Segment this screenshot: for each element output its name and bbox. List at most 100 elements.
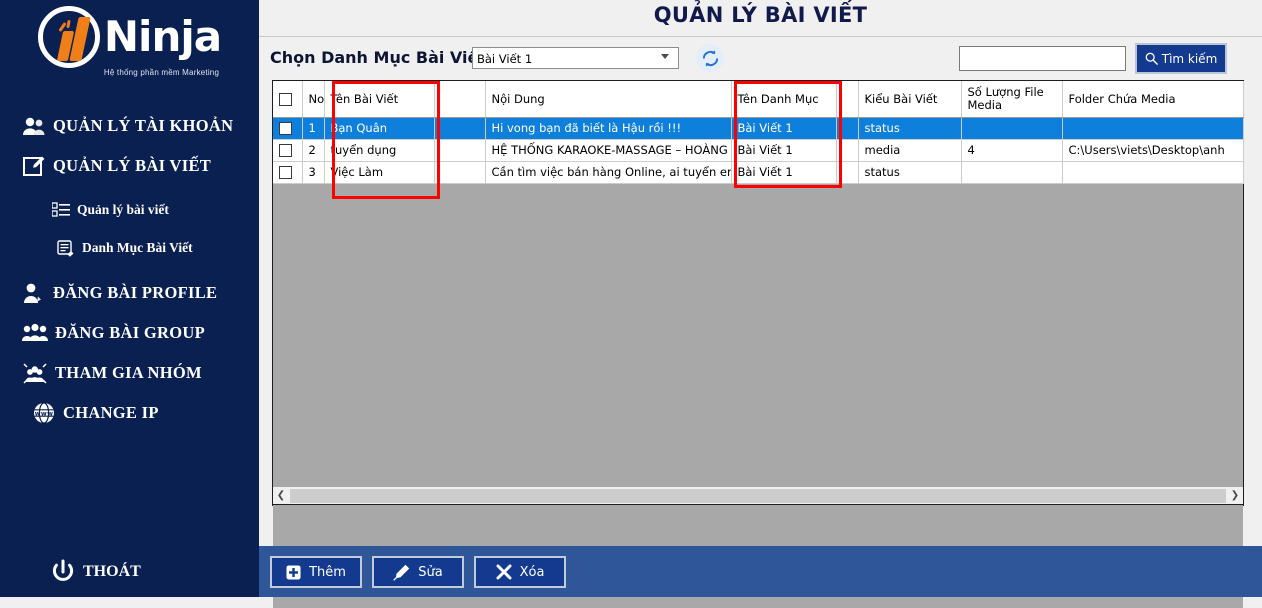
- sidebar-item-dang-bai-profile[interactable]: ĐĂNG BÀI PROFILE: [22, 280, 217, 306]
- power-icon: [50, 559, 76, 585]
- search-input[interactable]: [959, 46, 1126, 71]
- cell-so-luong-file-media: 4: [961, 139, 1063, 162]
- header-blank-1[interactable]: [434, 81, 486, 118]
- category-select-value: Bài Viết 1: [477, 52, 533, 66]
- table-horizontal-scrollbar[interactable]: ❮ ❯: [272, 487, 1244, 505]
- cell-no: 1: [302, 117, 325, 140]
- pencil-icon: [393, 564, 410, 581]
- user-pencil-icon: [22, 282, 46, 304]
- sidebar-item-label: QUẢN LÝ BÀI VIẾT: [53, 156, 212, 175]
- search-input-field[interactable]: [960, 47, 1125, 70]
- action-bar: Thêm Sửa Xóa: [259, 546, 1262, 597]
- cell-folder-chua-media: [1062, 117, 1244, 140]
- sidebar-item-quan-ly-tai-khoan[interactable]: QUẢN LÝ TÀI KHOẢN: [22, 113, 233, 139]
- cell-blank-2: [836, 139, 859, 162]
- cell-ten-danh-muc: Bài Viết 1: [731, 117, 837, 140]
- cell-kieu-bai-viet: status: [858, 161, 962, 184]
- refresh-button[interactable]: [696, 44, 724, 72]
- cell-kieu-bai-viet: media: [858, 139, 962, 162]
- cell-blank-1: [434, 139, 486, 162]
- posts-table-element: No Tên Bài Viết Nội Dung Tên Danh Mục Ki…: [273, 81, 1244, 184]
- chevron-down-icon[interactable]: [661, 54, 669, 59]
- cell-folder-chua-media: C:\Users\viets\Desktop\anh: [1062, 139, 1244, 162]
- header-blank-2[interactable]: [836, 81, 859, 118]
- cell-ten-danh-muc: Bài Viết 1: [731, 139, 837, 162]
- page-title: QUẢN LÝ BÀI VIẾT: [653, 3, 868, 27]
- table-empty-area: [273, 183, 1243, 608]
- sidebar-item-label: CHANGE IP: [63, 403, 159, 422]
- sidebar-item-quan-ly-bai-viet[interactable]: QUẢN LÝ BÀI VIẾT: [22, 153, 211, 179]
- sidebar-item-label: ĐĂNG BÀI GROUP: [55, 323, 205, 342]
- row-checkbox-cell[interactable]: [273, 161, 303, 184]
- cell-ten-bai-viet: Việc Làm: [324, 161, 435, 184]
- cell-no: 2: [302, 139, 325, 162]
- header-so-luong-file-media[interactable]: Số Lượng File Media: [961, 81, 1063, 118]
- globe-www-icon: www: [32, 401, 56, 425]
- search-icon: [1145, 52, 1158, 65]
- cell-noi-dung: Cần tìm việc bán hàng Online, ai tuyển e…: [485, 161, 732, 184]
- chevron-left-icon[interactable]: ❮: [273, 488, 289, 504]
- logo-tagline: Hệ thống phần mềm Marketing: [103, 68, 220, 77]
- main-panel: QUẢN LÝ BÀI VIẾT Chọn Danh Mục Bài Viết …: [259, 0, 1262, 608]
- toolbar: Chọn Danh Mục Bài Viết Bài Viết 1 Tìm ki…: [259, 38, 1262, 80]
- cell-blank-2: [836, 161, 859, 184]
- cell-noi-dung: Hi vong bạn đã biết là Hậu rồi !!!: [485, 117, 732, 140]
- sidebar-item-dang-bai-group[interactable]: ĐĂNG BÀI GROUP: [22, 320, 205, 346]
- header-no[interactable]: No: [302, 81, 325, 118]
- cell-noi-dung: HỆ THỐNG KARAOKE-MASSAGE – HOÀNG GI...: [485, 139, 732, 162]
- sidebar-item-tham-gia-nhom[interactable]: THAM GIA NHÓM: [22, 360, 202, 386]
- cell-so-luong-file-media: [961, 161, 1063, 184]
- document-edit-icon: [57, 239, 75, 257]
- sidebar-item-label: THOÁT: [83, 563, 141, 580]
- svg-text:www: www: [35, 410, 54, 418]
- cell-blank-1: [434, 161, 486, 184]
- app-logo: Ninja Hệ thống phần mềm Marketing: [0, 6, 259, 86]
- add-button[interactable]: Thêm: [270, 556, 362, 588]
- row-checkbox[interactable]: [279, 166, 292, 179]
- plus-square-icon: [286, 564, 301, 580]
- sidebar-item-danh-muc-bai-viet[interactable]: Danh Mục Bài Viết: [57, 237, 193, 259]
- cell-ten-bai-viet: tuyển dụng: [324, 139, 435, 162]
- header-noi-dung[interactable]: Nội Dung: [485, 81, 732, 118]
- refresh-icon: [700, 48, 721, 69]
- sidebar-item-exit[interactable]: THOÁT: [50, 557, 141, 587]
- sidebar-item-quan-ly-bai-viet-sub[interactable]: Quản lý bài viết: [52, 199, 169, 221]
- edit-button[interactable]: Sửa: [372, 556, 464, 588]
- edit-square-icon: [22, 155, 46, 177]
- cell-kieu-bai-viet: status: [858, 117, 962, 140]
- search-button[interactable]: Tìm kiếm: [1135, 43, 1227, 74]
- scrollbar-thumb[interactable]: [290, 488, 1226, 503]
- delete-button[interactable]: Xóa: [474, 556, 566, 588]
- table-row[interactable]: 3 Việc Làm Cần tìm việc bán hàng Online,…: [273, 161, 1244, 184]
- header-select-all[interactable]: [273, 81, 303, 118]
- logo-wordmark: Ninja: [103, 12, 222, 61]
- ninja-logo-mark: [37, 6, 100, 68]
- cell-blank-2: [836, 117, 859, 140]
- edit-button-label: Sửa: [418, 564, 443, 580]
- select-all-checkbox[interactable]: [279, 92, 292, 106]
- row-checkbox-cell[interactable]: [273, 117, 303, 140]
- sidebar: Ninja Hệ thống phần mềm Marketing QUẢN L…: [0, 0, 259, 597]
- table-row[interactable]: 2 tuyển dụng HỆ THỐNG KARAOKE-MASSAGE – …: [273, 139, 1244, 162]
- delete-button-label: Xóa: [519, 564, 545, 580]
- header-ten-danh-muc[interactable]: Tên Danh Mục: [731, 81, 837, 118]
- cell-so-luong-file-media: [961, 117, 1063, 140]
- sidebar-item-label: QUẢN LÝ TÀI KHOẢN: [53, 116, 234, 135]
- x-icon: [496, 564, 512, 580]
- header-folder-chua-media[interactable]: Folder Chứa Media: [1062, 81, 1244, 118]
- title-bar: QUẢN LÝ BÀI VIẾT: [259, 0, 1262, 37]
- header-kieu-bai-viet[interactable]: Kiểu Bài Viết: [858, 81, 962, 118]
- row-checkbox[interactable]: [279, 144, 292, 157]
- group-icon: [22, 323, 48, 343]
- list-icon: [52, 202, 70, 218]
- header-ten-bai-viet[interactable]: Tên Bài Viết: [324, 81, 435, 118]
- table-row[interactable]: 1 Bạn Quân Hi vong bạn đã biết là Hậu rồ…: [273, 117, 1244, 140]
- posts-table[interactable]: No Tên Bài Viết Nội Dung Tên Danh Mục Ki…: [272, 80, 1244, 608]
- chevron-right-icon[interactable]: ❯: [1227, 488, 1243, 504]
- row-checkbox[interactable]: [279, 122, 292, 135]
- cell-ten-danh-muc: Bài Viết 1: [731, 161, 837, 184]
- sidebar-item-change-ip[interactable]: www CHANGE IP: [32, 400, 159, 426]
- users-icon: [22, 116, 46, 136]
- row-checkbox-cell[interactable]: [273, 139, 303, 162]
- category-select[interactable]: Bài Viết 1: [472, 47, 679, 69]
